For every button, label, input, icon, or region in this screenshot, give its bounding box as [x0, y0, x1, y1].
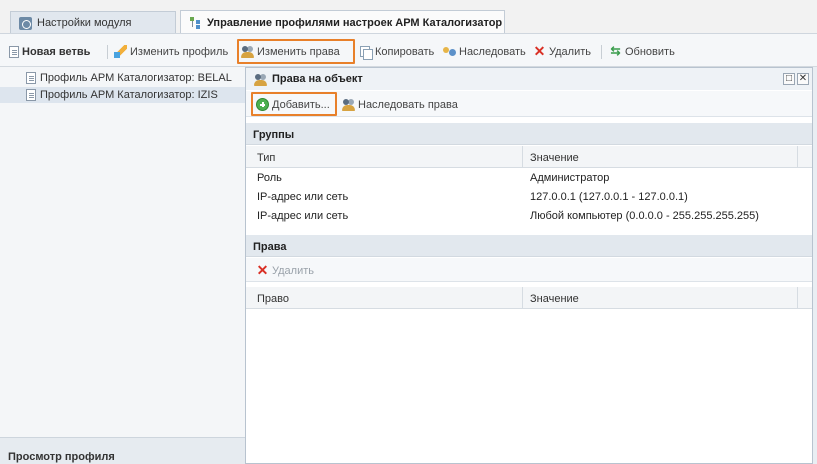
cell-type: IP-адрес или сеть: [257, 191, 349, 203]
users-icon: [342, 98, 355, 111]
delete-label: Удалить: [549, 45, 591, 58]
cell-value: 127.0.0.1 (127.0.0.1 - 127.0.0.1): [530, 191, 688, 203]
groups-grid-header: Тип Значение: [246, 146, 812, 168]
copy-label: Копировать: [375, 45, 435, 58]
tab-label: Управление профилями настроек АРМ Катало…: [207, 16, 503, 29]
dialog-toolbar: Добавить... Наследовать права: [246, 91, 812, 117]
inherit-button[interactable]: Наследовать: [443, 43, 526, 60]
settings-icon: [19, 16, 32, 30]
toolbar-separator: [601, 45, 602, 59]
rights-toolbar: ✕ Удалить: [246, 258, 812, 282]
tab-profile-management[interactable]: Управление профилями настроек АРМ Катало…: [180, 10, 505, 34]
profile-view-header: Просмотр профиля: [0, 437, 245, 464]
toolbar-separator: [107, 45, 108, 59]
inherit-rights-label: Наследовать права: [358, 98, 458, 111]
new-document-icon: [9, 45, 19, 58]
rights-section-header: Права: [246, 235, 812, 257]
delete-icon: ✕: [533, 43, 546, 59]
refresh-label: Обновить: [625, 45, 675, 58]
column-divider: [797, 287, 798, 308]
tree-item-izis[interactable]: Профиль АРМ Каталогизатор: IZIS: [0, 87, 245, 103]
table-row[interactable]: Роль Администратор: [246, 169, 812, 187]
add-highlight: [251, 92, 337, 116]
tree-icon: [189, 16, 202, 29]
new-branch-label: Новая ветвь: [22, 45, 91, 58]
table-row[interactable]: IP-адрес или сеть Любой компьютер (0.0.0…: [246, 207, 812, 225]
edit-profile-button[interactable]: Изменить профиль: [114, 43, 228, 60]
refresh-icon: ⇆: [610, 44, 621, 58]
column-header-type[interactable]: Тип: [257, 152, 275, 164]
pencil-icon: [114, 45, 127, 58]
maximize-button[interactable]: □: [783, 73, 795, 85]
cell-type: Роль: [257, 172, 282, 184]
copy-icon: [360, 45, 373, 60]
column-divider: [797, 146, 798, 167]
column-header-value[interactable]: Значение: [530, 152, 579, 164]
tree-item-label: Профиль АРМ Каталогизатор: BELAL: [40, 72, 232, 84]
edit-rights-highlight: [237, 39, 355, 64]
new-branch-button[interactable]: Новая ветвь: [9, 43, 90, 60]
main-toolbar: Новая ветвь Изменить профиль Изменить пр…: [0, 34, 817, 67]
profile-icon: [26, 89, 36, 101]
delete-button[interactable]: ✕ Удалить: [533, 43, 591, 60]
close-button[interactable]: ✕: [797, 73, 809, 85]
rights-dialog: Права на объект □ ✕ Добавить... Наследов…: [245, 67, 813, 464]
refresh-button[interactable]: ⇆ Обновить: [609, 43, 675, 60]
tree-item-belal[interactable]: Профиль АРМ Каталогизатор: BELAL: [26, 70, 232, 86]
inherit-rights-button[interactable]: Наследовать права: [342, 96, 458, 113]
profile-icon: [26, 72, 36, 84]
column-header-right[interactable]: Право: [257, 293, 289, 305]
table-row[interactable]: IP-адрес или сеть 127.0.0.1 (127.0.0.1 -…: [246, 188, 812, 206]
inherit-label: Наследовать: [459, 45, 526, 58]
copy-button[interactable]: Копировать: [360, 43, 434, 60]
rights-delete-label: Удалить: [272, 264, 314, 277]
edit-profile-label: Изменить профиль: [130, 45, 229, 58]
users-icon: [254, 73, 267, 86]
column-divider: [522, 146, 523, 167]
inherit-icon: [443, 45, 456, 58]
groups-section-header: Группы: [246, 123, 812, 145]
column-divider: [522, 287, 523, 308]
tree-item-label: Профиль АРМ Каталогизатор: IZIS: [40, 89, 218, 101]
dialog-title: Права на объект: [272, 73, 363, 85]
dialog-titlebar: Права на объект: [246, 68, 812, 90]
cell-value: Любой компьютер (0.0.0.0 - 255.255.255.2…: [530, 210, 759, 222]
tab-module-settings[interactable]: Настройки модуля: [10, 11, 176, 34]
rights-grid-header: Право Значение: [246, 287, 812, 309]
tab-strip: Настройки модуля Управление профилями на…: [0, 0, 817, 34]
profile-tree: Профиль АРМ Каталогизатор: BELAL Профиль…: [0, 67, 245, 464]
delete-icon: ✕: [256, 262, 269, 278]
column-header-value[interactable]: Значение: [530, 293, 579, 305]
rights-delete-button[interactable]: ✕ Удалить: [256, 262, 314, 279]
cell-value: Администратор: [530, 172, 610, 184]
cell-type: IP-адрес или сеть: [257, 210, 349, 222]
tab-label: Настройки модуля: [37, 17, 132, 29]
